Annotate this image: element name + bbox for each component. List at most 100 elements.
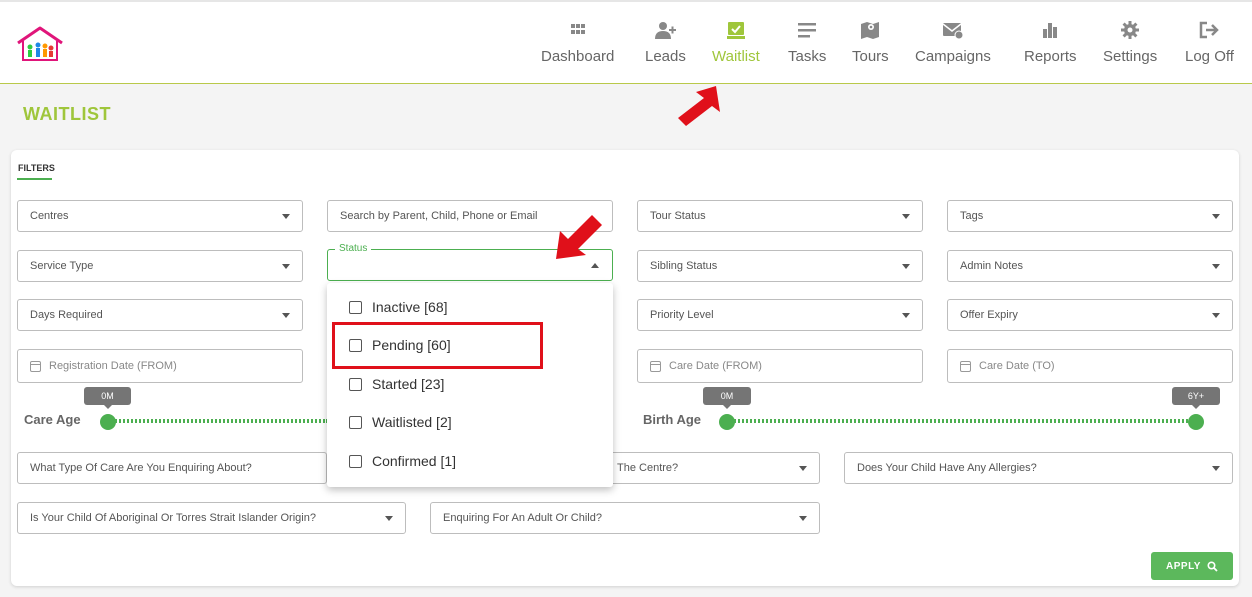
chevron-up-icon[interactable] [591,263,599,268]
care-type-question-label: What Type Of Care Are You Enquiring Abou… [30,462,252,474]
gear-icon [1121,21,1140,39]
care-date-from-placeholder: Care Date (FROM) [669,360,762,372]
checkbox[interactable] [349,415,362,429]
aboriginal-question-label: Is Your Child Of Aboriginal Or Torres St… [30,512,316,524]
nav-campaigns[interactable]: Campaigns [915,20,991,65]
highlight-box [332,322,543,369]
status-option-label: Started [23] [372,376,445,392]
tab-filters[interactable]: FILTERS [18,163,55,173]
care-age-label: Care Age [24,412,81,427]
checkbox[interactable] [349,454,362,468]
search-icon [1207,560,1218,572]
nav-dashboard[interactable]: Dashboard [541,20,614,65]
priority-level-label: Priority Level [650,309,714,321]
nav-leads[interactable]: Leads [645,20,686,65]
red-arrow-icon [678,86,720,126]
checkbox[interactable] [349,300,362,314]
nav-label: Settings [1103,48,1158,65]
page-title: WAITLIST [23,104,111,124]
status-option-label: Inactive [68] [372,299,448,315]
care-date-from-input[interactable]: Care Date (FROM) [637,349,923,383]
nav-settings[interactable]: Settings [1103,20,1157,65]
nav-waitlist[interactable]: Waitlist [712,20,760,65]
priority-level-select[interactable]: Priority Level [637,299,923,331]
nav-label: Waitlist [712,48,760,65]
centre-question-select[interactable]: The Centre? [613,452,820,484]
care-type-question-select[interactable]: What Type Of Care Are You Enquiring Abou… [17,452,327,484]
service-type-label: Service Type [30,260,94,272]
tour-status-select[interactable]: Tour Status [637,200,923,232]
tags-select[interactable]: Tags [947,200,1233,232]
status-option-waitlisted[interactable]: Waitlisted [2] [349,412,452,432]
grid-icon [570,24,585,34]
status-option-inactive[interactable]: Inactive [68] [349,297,448,317]
allergies-question-select[interactable]: Does Your Child Have Any Allergies? [844,452,1233,484]
status-option-label: Waitlisted [2] [372,414,452,430]
nav-label: Dashboard [541,48,615,65]
offer-expiry-label: Offer Expiry [960,309,1018,321]
days-required-select[interactable]: Days Required [17,299,303,331]
birth-age-slider-min-thumb[interactable] [719,414,735,430]
adult-child-question-label: Enquiring For An Adult Or Child? [443,512,602,524]
nav-tasks[interactable]: Tasks [788,20,826,65]
apply-button-label: APPLY [1166,560,1201,572]
nav-label: Log Off [1185,48,1234,65]
sibling-status-select[interactable]: Sibling Status [637,250,923,282]
chevron-down-icon [1212,214,1220,219]
chevron-down-icon [799,516,807,521]
status-option-label: Confirmed [1] [372,453,457,469]
admin-notes-select[interactable]: Admin Notes [947,250,1233,282]
envelope-icon [942,23,964,40]
tags-label: Tags [960,210,984,222]
birth-age-min-tooltip: 0M [703,387,751,409]
registration-date-from-input[interactable]: Registration Date (FROM) [17,349,303,383]
checklist-icon [726,22,745,39]
allergies-question-label: Does Your Child Have Any Allergies? [857,462,1037,474]
nav-log-off[interactable]: Log Off [1185,20,1234,65]
sibling-status-label: Sibling Status [650,260,718,272]
nav-reports[interactable]: Reports [1024,20,1077,65]
status-label: Status [335,243,372,254]
chevron-down-icon [1212,313,1220,318]
chevron-down-icon [282,214,290,219]
birth-age-slider-max-thumb[interactable] [1188,414,1204,430]
checkbox[interactable] [349,377,362,391]
nav-tours[interactable]: Tours [852,20,889,65]
calendar-icon [650,360,661,372]
offer-expiry-select[interactable]: Offer Expiry [947,299,1233,331]
centres-select[interactable]: Centres [17,200,303,232]
nav-label: Leads [645,48,686,65]
adult-child-question-select[interactable]: Enquiring For An Adult Or Child? [430,502,820,534]
service-type-select[interactable]: Service Type [17,250,303,282]
bar-chart-icon [1043,23,1058,38]
centre-question-label: The Centre? [617,462,679,474]
nav-label: Reports [1024,48,1077,65]
registration-date-from-placeholder: Registration Date (FROM) [49,360,177,372]
logo[interactable] [14,25,66,63]
logout-icon [1200,21,1220,39]
add-user-icon [655,22,677,39]
chevron-down-icon [282,264,290,269]
status-option-confirmed[interactable]: Confirmed [1] [349,451,456,471]
nav-label: Tasks [788,48,827,65]
birth-age-slider-track[interactable] [727,419,1196,423]
map-icon [861,22,880,39]
chevron-down-icon [282,313,290,318]
nav-label: Tours [852,48,889,65]
care-age-slider-track[interactable] [108,419,328,423]
calendar-icon [960,360,971,372]
chevron-down-icon [902,214,910,219]
birth-age-label: Birth Age [643,412,702,427]
aboriginal-question-select[interactable]: Is Your Child Of Aboriginal Or Torres St… [17,502,406,534]
care-age-slider-min-thumb[interactable] [100,414,116,430]
days-required-label: Days Required [30,309,103,321]
search-placeholder: Search by Parent, Child, Phone or Email [340,210,538,222]
admin-notes-label: Admin Notes [960,260,1023,272]
apply-button[interactable]: APPLY [1151,552,1233,580]
status-option-started[interactable]: Started [23] [349,374,444,394]
chevron-down-icon [799,466,807,471]
care-date-to-placeholder: Care Date (TO) [979,360,1055,372]
chevron-down-icon [1212,466,1220,471]
care-date-to-input[interactable]: Care Date (TO) [947,349,1233,383]
care-age-min-tooltip: 0M [84,387,131,409]
